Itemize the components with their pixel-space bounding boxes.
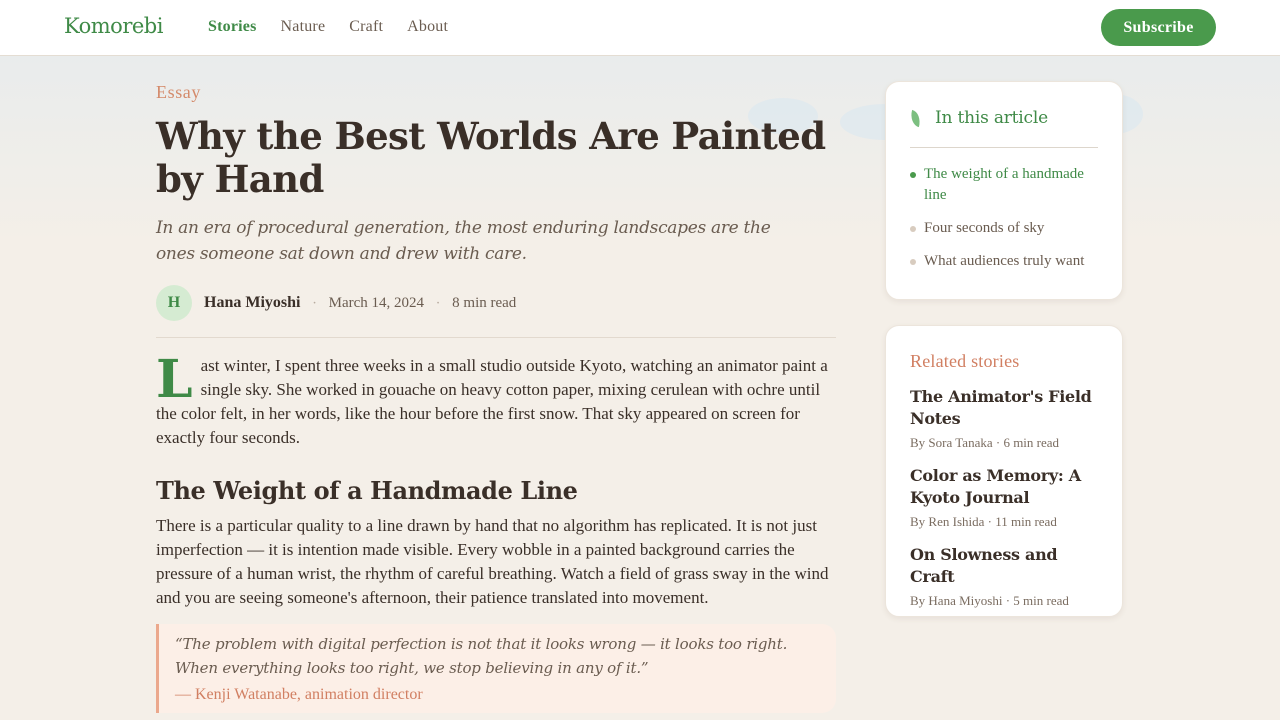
nav-item-craft[interactable]: Craft xyxy=(349,18,383,36)
pull-quote: “The problem with digital perfection is … xyxy=(156,624,836,713)
sidebar: In this article The weight of a handmade… xyxy=(885,81,1123,617)
toc-item-label: What audiences truly want xyxy=(924,253,1085,269)
site-logo[interactable]: Komorebi xyxy=(64,14,163,38)
lead-text: ast winter, I spent three weeks in a sma… xyxy=(156,356,828,447)
leaf-icon xyxy=(908,109,923,127)
related-story-title[interactable]: On Slowness and Craft xyxy=(910,544,1098,588)
article-title: Why the Best Worlds Are Painted by Hand xyxy=(156,114,826,201)
toc-item[interactable]: Four seconds of sky xyxy=(910,218,1098,239)
section-heading: The Weight of a Handmade Line xyxy=(156,476,578,505)
quote-attribution: — Kenji Watanabe, animation director xyxy=(175,686,423,703)
author-name[interactable]: Hana Miyoshi xyxy=(204,294,300,312)
toc-item[interactable]: The weight of a handmade line xyxy=(910,164,1098,206)
article-category[interactable]: Essay xyxy=(156,82,836,103)
nav-item-nature[interactable]: Nature xyxy=(281,18,326,36)
related-story[interactable]: Color as Memory: A Kyoto Journal By Ren … xyxy=(910,465,1098,530)
related-story-title[interactable]: The Animator's Field Notes xyxy=(910,386,1098,430)
related-story[interactable]: On Slowness and Craft By Hana Miyoshi · … xyxy=(910,544,1098,609)
toc-item[interactable]: What audiences truly want xyxy=(910,251,1098,272)
meta-separator: · xyxy=(312,295,317,311)
primary-nav: Stories Nature Craft About xyxy=(208,18,472,36)
article-dek: In an era of procedural generation, the … xyxy=(156,218,771,264)
divider xyxy=(910,147,1098,148)
table-of-contents: In this article The weight of a handmade… xyxy=(885,81,1123,300)
nav-item-stories[interactable]: Stories xyxy=(208,18,257,36)
bullet-icon xyxy=(910,259,916,265)
top-nav-bar: Komorebi Stories Nature Craft About Subs… xyxy=(0,0,1280,56)
divider xyxy=(156,337,836,338)
nav-item-about[interactable]: About xyxy=(407,18,448,36)
read-time: 8 min read xyxy=(452,294,517,311)
related-story-meta: By Sora Tanaka · 6 min read xyxy=(910,435,1060,450)
drop-cap: L xyxy=(156,349,193,410)
subscribe-button[interactable]: Subscribe xyxy=(1101,9,1216,46)
author-avatar[interactable]: H xyxy=(156,285,192,321)
related-story-meta: By Ren Ishida · 11 min read xyxy=(910,514,1057,529)
body-paragraph: There is a particular quality to a line … xyxy=(156,516,829,607)
byline: H Hana Miyoshi · March 14, 2024 · 8 min … xyxy=(156,285,836,321)
lead-paragraph: L ast winter, I spent three weeks in a s… xyxy=(156,354,836,450)
related-story-meta: By Hana Miyoshi · 5 min read xyxy=(910,593,1069,608)
bullet-icon xyxy=(910,226,916,232)
toc-list: The weight of a handmade line Four secon… xyxy=(910,164,1098,272)
meta-separator: · xyxy=(436,295,441,311)
related-title: Related stories xyxy=(910,351,1020,371)
bullet-icon xyxy=(910,172,916,178)
article: Essay Why the Best Worlds Are Painted by… xyxy=(156,80,836,713)
toc-item-label: The weight of a handmade line xyxy=(924,166,1084,203)
publish-date: March 14, 2024 xyxy=(328,294,425,311)
toc-title: In this article xyxy=(935,108,1048,128)
toc-item-label: Four seconds of sky xyxy=(924,220,1045,236)
toc-header: In this article xyxy=(908,108,1098,128)
related-story-title[interactable]: Color as Memory: A Kyoto Journal xyxy=(910,465,1098,509)
related-stories: Related stories The Animator's Field Not… xyxy=(885,325,1123,617)
related-story[interactable]: The Animator's Field Notes By Sora Tanak… xyxy=(910,386,1098,451)
quote-text: “The problem with digital perfection is … xyxy=(175,635,788,677)
